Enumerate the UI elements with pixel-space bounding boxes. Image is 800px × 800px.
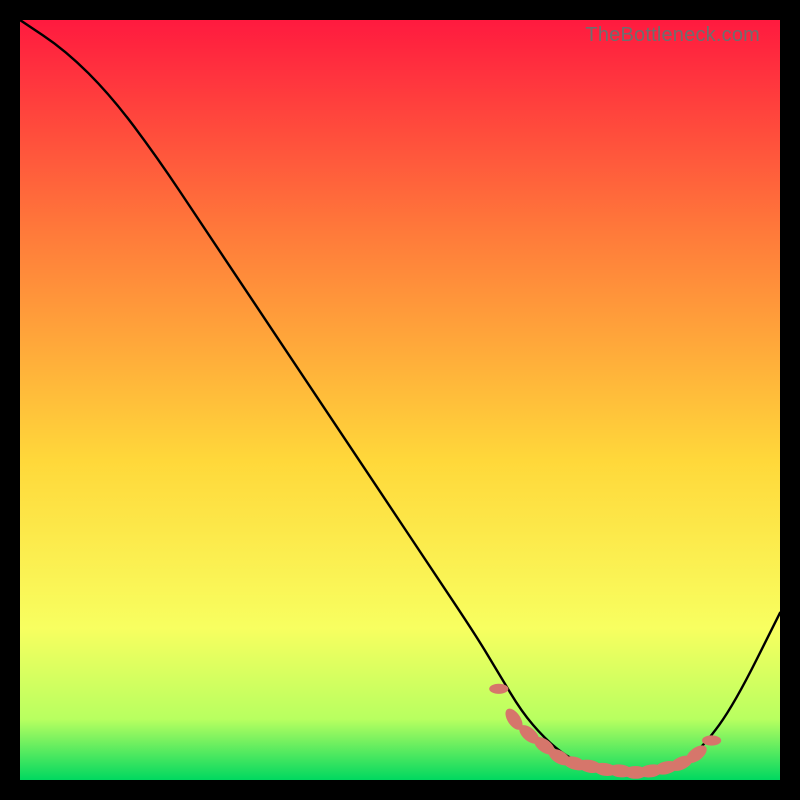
watermark-text: TheBottleneck.com (585, 24, 760, 47)
highlight-dot (489, 684, 508, 694)
chart-frame: TheBottleneck.com (20, 20, 780, 780)
highlight-dot (702, 735, 721, 745)
bottleneck-chart (20, 20, 780, 780)
gradient-background (20, 20, 780, 780)
